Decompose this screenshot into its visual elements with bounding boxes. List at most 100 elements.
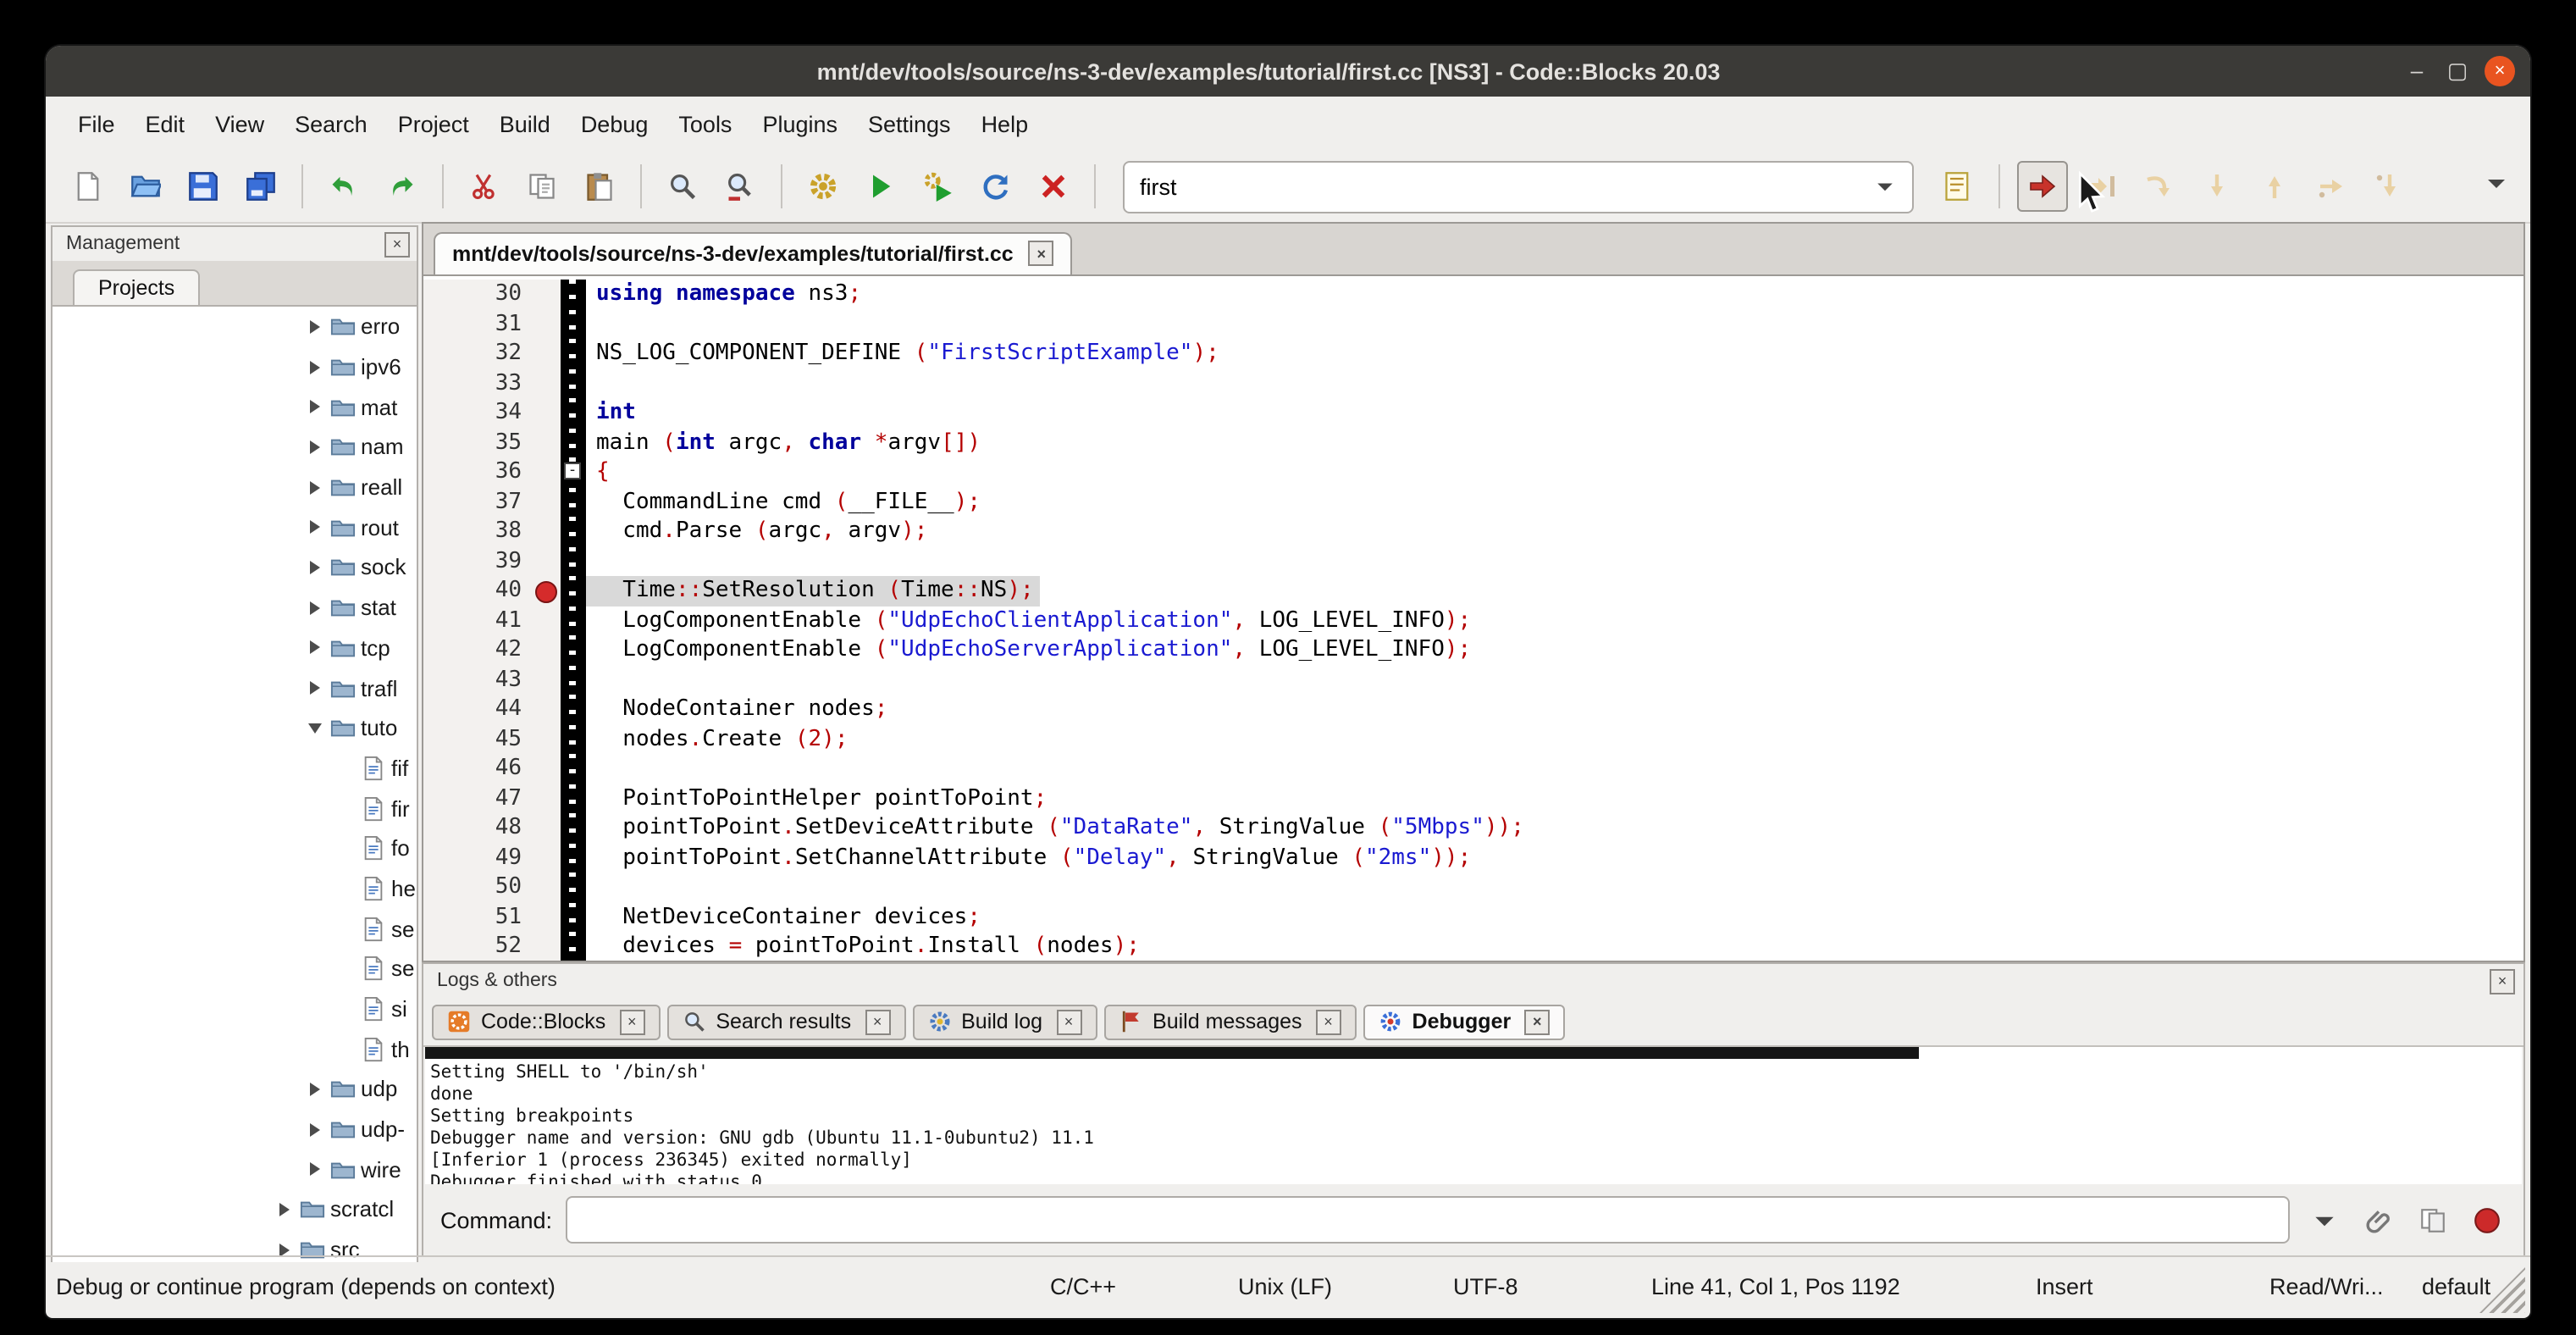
logs-tab-debugger[interactable]: Debugger× <box>1363 1004 1566 1039</box>
tree-item-wire[interactable]: wire <box>53 1149 417 1189</box>
save-all-icon[interactable] <box>237 163 285 210</box>
cut-icon[interactable] <box>461 163 508 210</box>
tree-item-th[interactable]: th <box>53 1029 417 1069</box>
tree-item-trafl[interactable]: trafl <box>53 668 417 707</box>
menu-debug[interactable]: Debug <box>566 102 664 145</box>
breakpoint-gutter[interactable] <box>530 635 561 665</box>
tree-item-rout[interactable]: rout <box>53 507 417 547</box>
step-into-icon[interactable] <box>2193 163 2241 210</box>
chevron-right-icon[interactable] <box>303 1163 327 1177</box>
chevron-right-icon[interactable] <box>303 561 327 574</box>
tree-item-reall[interactable]: reall <box>53 468 417 507</box>
chevron-right-icon[interactable] <box>303 360 327 374</box>
breakpoint-gutter[interactable] <box>530 695 561 724</box>
chevron-right-icon[interactable] <box>303 320 327 334</box>
chevron-right-icon[interactable] <box>303 440 327 454</box>
save-icon[interactable] <box>180 163 227 210</box>
toolbar-overflow-chevron-icon[interactable] <box>2483 169 2517 203</box>
logs-tab-close-icon[interactable]: × <box>1056 1009 1081 1034</box>
breakpoint-gutter[interactable] <box>530 398 561 428</box>
menu-edit[interactable]: Edit <box>130 102 201 145</box>
breakpoint-gutter[interactable] <box>530 368 561 398</box>
chevron-right-icon[interactable] <box>303 480 327 494</box>
redo-icon[interactable] <box>378 163 425 210</box>
tree-item-tcp[interactable]: tcp <box>53 628 417 668</box>
logs-tab-close-icon[interactable]: × <box>1316 1009 1341 1034</box>
menu-project[interactable]: Project <box>383 102 484 145</box>
breakpoint-gutter[interactable] <box>530 546 561 576</box>
menu-build[interactable]: Build <box>484 102 566 145</box>
chevron-right-icon[interactable] <box>303 601 327 614</box>
code-editor[interactable]: 30using namespace ns3;3132NS_LOG_COMPONE… <box>422 274 2525 962</box>
next-line-icon[interactable] <box>2136 163 2183 210</box>
find-icon[interactable] <box>659 163 706 210</box>
breakpoint-gutter[interactable] <box>530 665 561 695</box>
breakpoint-gutter[interactable] <box>530 339 561 368</box>
tree-item-fif[interactable]: fif <box>53 748 417 788</box>
logs-tab-close-icon[interactable]: × <box>1524 1009 1550 1034</box>
chevron-right-icon[interactable] <box>303 400 327 413</box>
link-icon[interactable] <box>2358 1199 2398 1240</box>
build-run-icon[interactable] <box>915 163 962 210</box>
breakpoint-gutter[interactable] <box>530 872 561 902</box>
tree-item-udp[interactable]: udp- <box>53 1110 417 1149</box>
breakpoint-gutter[interactable] <box>530 902 561 932</box>
tree-item-sock[interactable]: sock <box>53 547 417 587</box>
tree-item-fo[interactable]: fo <box>53 828 417 868</box>
scripts-icon[interactable] <box>1934 163 1982 210</box>
breakpoint-gutter[interactable] <box>530 784 561 813</box>
tree-item-he[interactable]: he <box>53 868 417 908</box>
menu-view[interactable]: View <box>200 102 279 145</box>
management-close-icon[interactable]: × <box>384 231 410 257</box>
logs-tab-close-icon[interactable]: × <box>865 1009 890 1034</box>
logs-tab-search-results[interactable]: Search results× <box>666 1004 905 1039</box>
tree-item-se[interactable]: se <box>53 909 417 949</box>
breakpoint-gutter[interactable] <box>530 457 561 487</box>
chevron-right-icon[interactable] <box>303 641 327 655</box>
tree-item-mat[interactable]: mat <box>53 387 417 427</box>
tree-item-nam[interactable]: nam <box>53 427 417 467</box>
breakpoint-gutter[interactable] <box>530 517 561 546</box>
menu-search[interactable]: Search <box>279 102 383 145</box>
abort-icon[interactable] <box>1030 163 1077 210</box>
title-bar[interactable]: mnt/dev/tools/source/ns-3-dev/examples/t… <box>46 46 2530 97</box>
breakpoint-gutter[interactable] <box>530 428 561 457</box>
debug-continue-icon[interactable] <box>2017 161 2068 212</box>
new-file-icon[interactable] <box>64 163 112 210</box>
chevron-right-icon[interactable] <box>273 1243 296 1256</box>
run-icon[interactable] <box>857 163 904 210</box>
breakpoint-gutter[interactable] <box>530 754 561 784</box>
maximize-button[interactable]: ▢ <box>2437 46 2478 97</box>
tree-item-tuto[interactable]: tuto <box>53 708 417 748</box>
breakpoint-gutter[interactable] <box>530 724 561 754</box>
copy-icon[interactable] <box>2412 1199 2452 1240</box>
menu-plugins[interactable]: Plugins <box>747 102 853 145</box>
tree-item-ipv6[interactable]: ipv6 <box>53 346 417 386</box>
breakpoint-gutter[interactable] <box>530 576 561 606</box>
tree-item-stat[interactable]: stat <box>53 588 417 628</box>
tab-projects[interactable]: Projects <box>73 269 200 305</box>
command-input[interactable] <box>566 1196 2290 1244</box>
logs-tab-build-log[interactable]: Build log× <box>912 1004 1097 1039</box>
logs-close-icon[interactable]: × <box>2490 968 2515 994</box>
open-icon[interactable] <box>122 163 169 210</box>
undo-icon[interactable] <box>320 163 368 210</box>
breakpoint-gutter[interactable] <box>530 932 561 961</box>
logs-tab-code-blocks[interactable]: Code::Blocks× <box>432 1004 660 1039</box>
chevron-right-icon[interactable] <box>303 1122 327 1136</box>
chevron-down-icon[interactable] <box>1873 174 1897 198</box>
run-to-cursor-icon[interactable] <box>2078 163 2125 210</box>
editor-tab-first-cc[interactable]: mnt/dev/tools/source/ns-3-dev/examples/t… <box>434 232 1073 274</box>
chevron-right-icon[interactable] <box>303 681 327 695</box>
breakpoint-gutter[interactable] <box>530 606 561 635</box>
breakpoint-gutter[interactable] <box>530 813 561 843</box>
chevron-right-icon[interactable] <box>303 521 327 535</box>
chevron-down-icon[interactable] <box>303 723 327 733</box>
menu-help[interactable]: Help <box>966 102 1044 145</box>
step-into-instruction-icon[interactable] <box>2366 163 2413 210</box>
fold-marker[interactable]: - <box>564 463 581 479</box>
menu-file[interactable]: File <box>63 102 130 145</box>
editor-tab-close-icon[interactable]: × <box>1029 241 1054 266</box>
copy-icon[interactable] <box>518 163 566 210</box>
breakpoint-gutter[interactable] <box>530 487 561 517</box>
